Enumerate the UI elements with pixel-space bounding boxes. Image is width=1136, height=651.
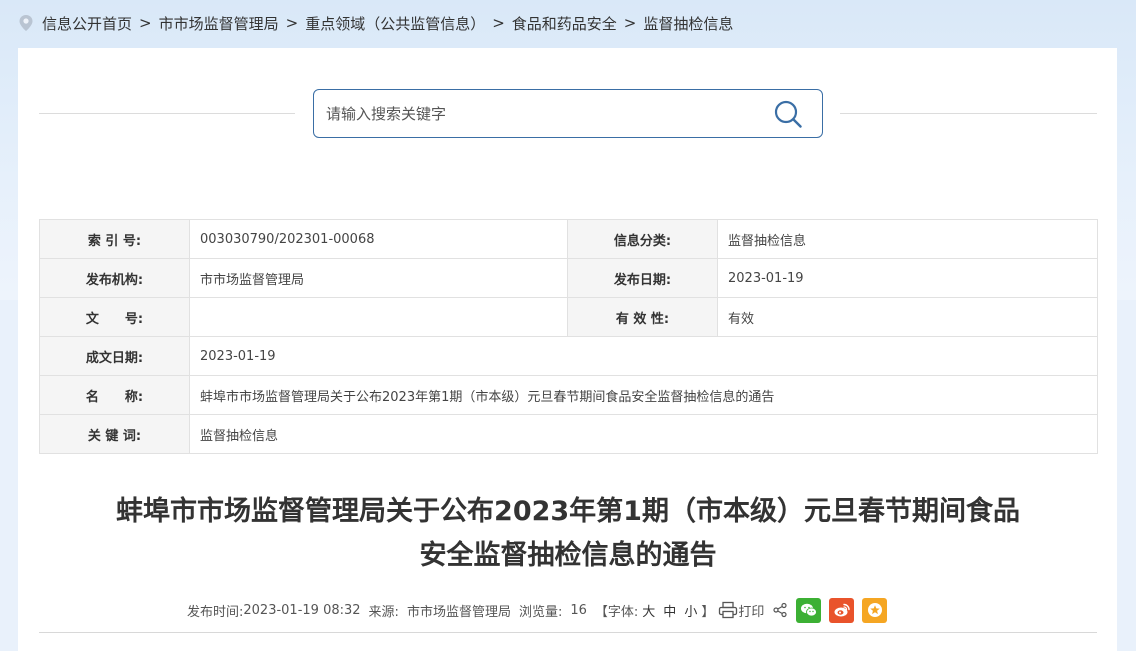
article-title-line2: 安全监督抽检信息的通告 <box>419 540 717 571</box>
font-size-medium[interactable]: 中 <box>663 601 676 620</box>
index-label: 索 引 号: <box>39 219 190 259</box>
keywords-label: 关 键 词: <box>39 414 190 454</box>
meta-divider <box>39 632 1097 633</box>
doc-number-label: 文 号: <box>39 297 190 337</box>
table-row: 发布机构: 市市场监督管理局 发布日期: 2023-01-19 <box>39 258 1098 298</box>
search-box <box>313 89 823 138</box>
print-label: 打印 <box>738 604 765 620</box>
views-value: 16 <box>570 602 587 618</box>
breadcrumb-separator: > <box>139 14 152 32</box>
content-panel: 索 引 号: 003030790/202301-00068 信息分类: 监督抽检… <box>18 48 1117 651</box>
category-value: 监督抽检信息 <box>717 219 1098 259</box>
category-label: 信息分类: <box>567 219 718 259</box>
index-value: 003030790/202301-00068 <box>189 219 568 259</box>
breadcrumb-key-area[interactable]: 重点领域（公共监管信息） <box>305 13 485 34</box>
created-date-value: 2023-01-19 <box>189 336 1098 376</box>
wechat-icon <box>800 603 817 617</box>
publisher-label: 发布机构: <box>39 258 190 298</box>
keywords-value: 监督抽检信息 <box>189 414 1098 454</box>
search-icon <box>774 100 802 128</box>
share-icon <box>773 602 787 618</box>
star-icon <box>867 603 882 617</box>
weibo-icon <box>834 603 850 617</box>
table-row: 索 引 号: 003030790/202301-00068 信息分类: 监督抽检… <box>39 219 1098 259</box>
publish-time-label: 发布时间: <box>187 604 244 620</box>
share-wechat-button[interactable] <box>796 597 822 623</box>
breadcrumb-home[interactable]: 信息公开首页 <box>42 13 132 34</box>
breadcrumb-food-drug[interactable]: 食品和药品安全 <box>512 13 617 34</box>
publisher-value: 市市场监督管理局 <box>189 258 568 298</box>
table-row: 成文日期: 2023-01-19 <box>39 336 1098 376</box>
table-row: 文 号: 有 效 性: 有效 <box>39 297 1098 337</box>
font-size-label: 【字体: <box>594 604 639 620</box>
doc-number-value <box>189 297 568 337</box>
name-value: 蚌埠市市场监督管理局关于公布2023年第1期（市本级）元旦春节期间食品安全监督抽… <box>189 375 1098 415</box>
share-button[interactable] <box>772 602 788 618</box>
breadcrumb: 信息公开首页 > 市市场监督管理局 > 重点领域（公共监管信息） > 食品和药品… <box>18 12 733 34</box>
info-table: 索 引 号: 003030790/202301-00068 信息分类: 监督抽检… <box>39 219 1098 454</box>
views-label: 浏览量: <box>518 604 563 620</box>
search-input[interactable] <box>324 97 748 130</box>
printer-icon <box>719 601 738 619</box>
font-size-large[interactable]: 大 <box>642 601 655 620</box>
table-row: 名 称: 蚌埠市市场监督管理局关于公布2023年第1期（市本级）元旦春节期间食品… <box>39 375 1098 415</box>
font-size-close: 】 <box>701 604 715 620</box>
publish-time-value: 2023-01-19 08:32 <box>243 602 361 618</box>
publish-date-label: 发布日期: <box>567 258 718 298</box>
breadcrumb-separator: > <box>492 14 505 32</box>
breadcrumb-separator: > <box>285 14 299 32</box>
table-row: 关 键 词: 监督抽检信息 <box>39 414 1098 454</box>
breadcrumb-separator: > <box>623 14 637 32</box>
favorite-button[interactable] <box>862 597 888 623</box>
validity-value: 有效 <box>717 297 1098 337</box>
article-meta: 发布时间: 2023-01-19 08:32 来源: 市市场监督管理局 浏览量:… <box>187 597 888 623</box>
publish-date-value: 2023-01-19 <box>717 258 1098 298</box>
search-divider-left <box>39 113 295 114</box>
source-label: 来源: <box>368 604 399 620</box>
article-title: 蚌埠市市场监督管理局关于公布2023年第1期（市本级）元旦春节期间食品 安全监督… <box>58 490 1078 578</box>
breadcrumb-bureau[interactable]: 市市场监督管理局 <box>159 13 279 34</box>
article-title-line1: 蚌埠市市场监督管理局关于公布2023年第1期（市本级）元旦春节期间食品 <box>116 496 1020 527</box>
created-date-label: 成文日期: <box>39 336 190 376</box>
breadcrumb-inspection[interactable]: 监督抽检信息 <box>643 13 733 34</box>
name-label: 名 称: <box>39 375 190 415</box>
search-button[interactable] <box>772 98 804 130</box>
share-weibo-button[interactable] <box>829 597 855 623</box>
location-pin-icon <box>19 15 33 31</box>
validity-label: 有 效 性: <box>567 297 718 337</box>
font-size-small[interactable]: 小 <box>684 601 697 620</box>
search-divider-right <box>840 113 1097 114</box>
print-button[interactable]: 打印 <box>718 601 764 620</box>
source-value: 市市场监督管理局 <box>406 604 511 620</box>
